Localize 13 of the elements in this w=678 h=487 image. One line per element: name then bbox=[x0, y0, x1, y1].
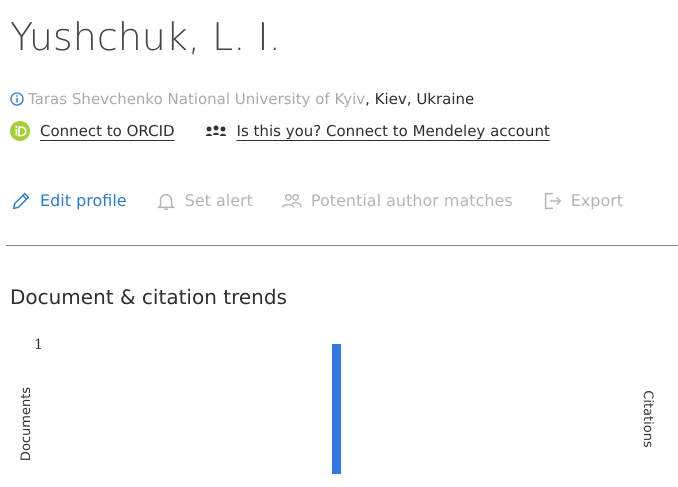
connect-link[interactable]: Connect to ORCID bbox=[40, 120, 175, 142]
people-icon bbox=[204, 125, 227, 138]
y-axis-label: Documents bbox=[19, 386, 34, 461]
right-axis-label: Citations bbox=[640, 390, 655, 448]
affiliation-text: Taras Shevchenko National University of Kyiv, Kiev, Ukraine bbox=[28, 88, 474, 110]
author-name: Yushchuk, L. I. bbox=[9, 14, 281, 61]
tick-label: 1 bbox=[34, 336, 43, 352]
pencil-icon bbox=[10, 190, 32, 212]
orcid-icon bbox=[10, 121, 30, 142]
section-title: Document & citation trends bbox=[9, 284, 287, 310]
action-button[interactable]: Edit profile bbox=[10, 188, 127, 212]
connect-link[interactable]: Is this you? Connect to Mendeley account bbox=[236, 120, 550, 142]
info-icon bbox=[10, 92, 24, 106]
